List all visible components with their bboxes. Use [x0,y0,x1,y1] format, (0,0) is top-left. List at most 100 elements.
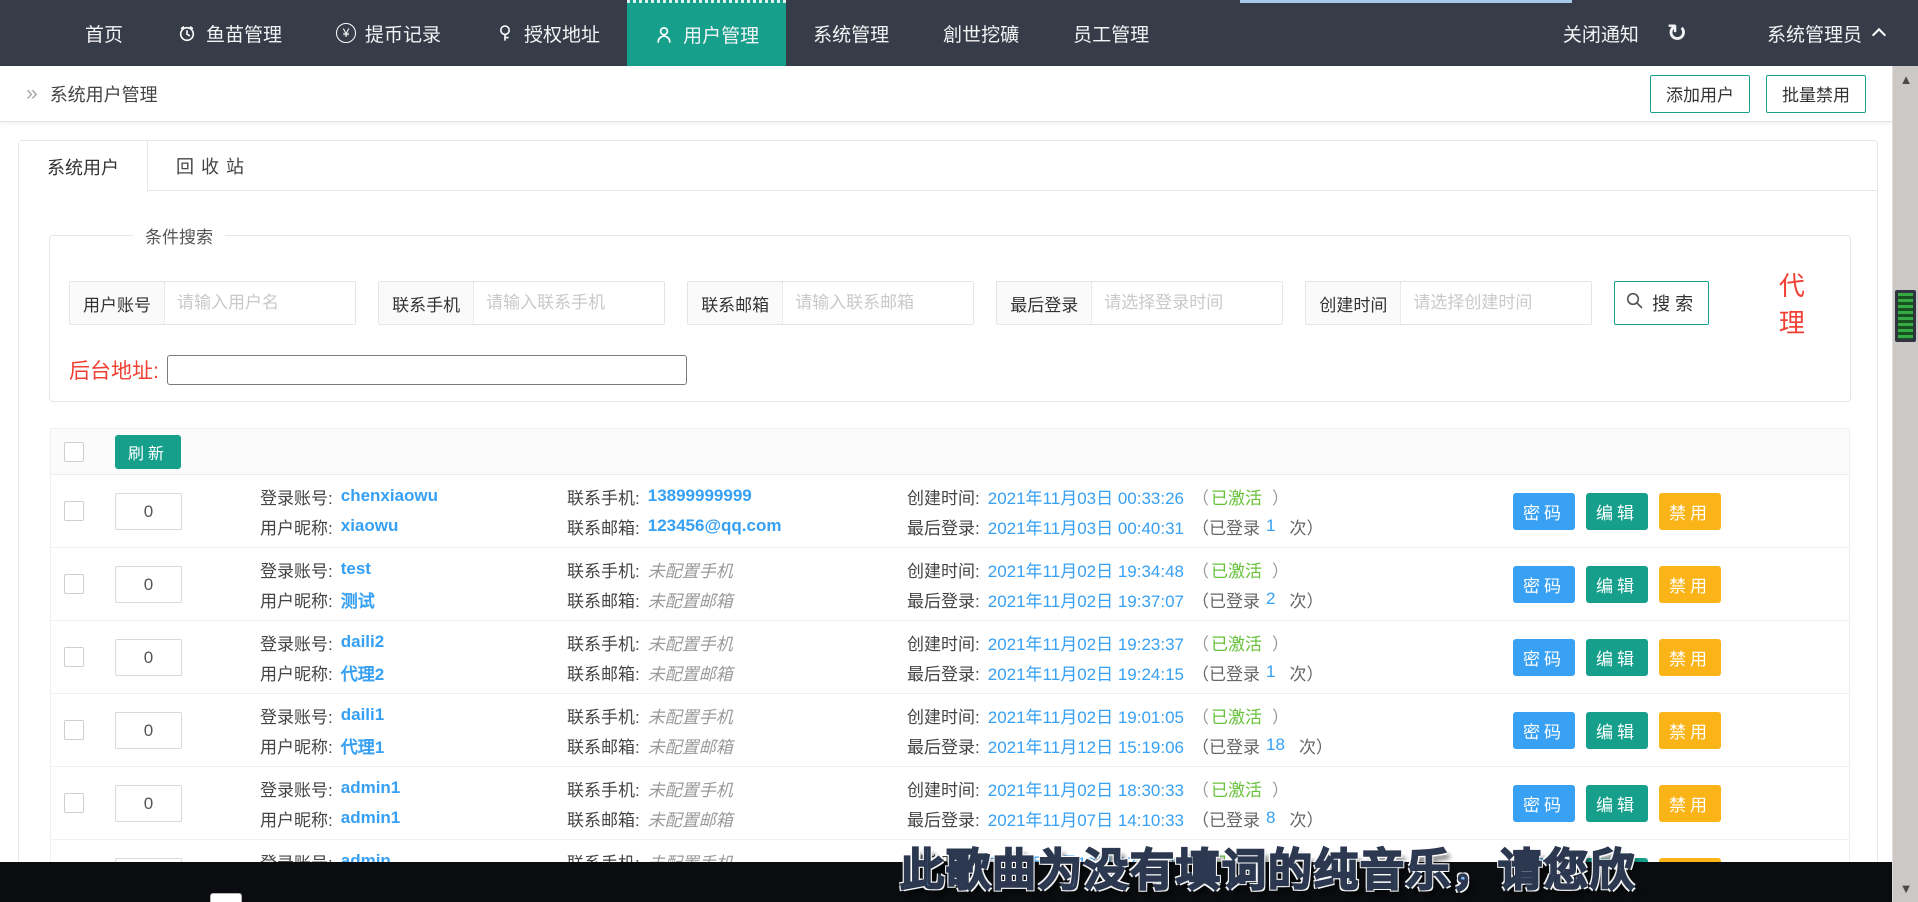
search-button-label: 搜索 [1652,290,1698,316]
email-input[interactable] [783,282,973,324]
account-column: 登录账号: daili1 用户昵称: 代理1 [260,700,384,760]
phone-value: 未配置手机 [648,630,733,655]
admin-dropdown[interactable]: 系统管理员 [1767,20,1884,47]
email-value: 未配置邮箱 [648,660,733,685]
account-line: 登录账号: daili1 [260,700,384,730]
tab-recycle-bin[interactable]: 回收站 [148,141,279,190]
refresh-icon[interactable]: ↻ [1667,19,1687,48]
edit-button[interactable]: 编辑 [1586,566,1648,603]
nav-item-fry-management[interactable]: 鱼苗管理 [150,0,309,66]
scroll-up-icon[interactable]: ▲ [1893,72,1918,87]
row-checkbox[interactable] [64,793,84,813]
last-login-value: 2021年11月02日 19:24:15 [988,660,1184,685]
login-count-prefix: （已登录 [1192,514,1260,539]
nav-item-genesis-mining[interactable]: 創世挖礦 [916,0,1046,66]
last-login-line: 最后登录: 2021年11月02日 19:37:07 （已登录 2 次） [907,584,1323,614]
email-label: 联系邮箱: [567,660,640,685]
created-label: 创建时间: [907,703,980,728]
scroll-down-icon[interactable]: ▼ [1893,881,1918,896]
created-value: 2021年11月02日 19:23:37 [988,630,1184,655]
created-line: 创建时间: 2021年11月03日 00:33:26 （ 已激活 ） [907,481,1323,511]
created-label: 创建时间: [907,630,980,655]
edit-button[interactable]: 编辑 [1586,712,1648,749]
password-button[interactable]: 密码 [1513,785,1575,822]
disable-button[interactable]: 禁用 [1659,785,1721,822]
email-label: 联系邮箱: [567,514,640,539]
nav-item-user-management[interactable]: 用户管理 [627,0,786,66]
row-checkbox[interactable] [64,720,84,740]
batch-disable-button[interactable]: 批量禁用 [1766,75,1866,113]
last-login-label: 最后登录: [907,806,980,831]
row-checkbox[interactable] [64,647,84,667]
row-actions: 密码 编辑 禁用 [1513,493,1721,530]
password-button[interactable]: 密码 [1513,639,1575,676]
last-login-line: 最后登录: 2021年11月07日 14:10:33 （已登录 8 次） [907,803,1323,833]
last-login-value: 2021年11月02日 19:37:07 [988,587,1184,612]
row-amount-input[interactable] [115,566,182,603]
row-actions: 密码 编辑 禁用 [1513,712,1721,749]
nickname-line: 用户昵称: admin1 [260,803,400,833]
select-all-checkbox[interactable] [64,442,84,462]
nickname-value: 代理1 [341,733,384,758]
close-notice-button[interactable]: 关闭通知 [1563,20,1639,47]
nav-item-label: 用户管理 [683,21,759,48]
table-row: 登录账号: chenxiaowu 用户昵称: xiaowu 联系手机: 1389… [51,475,1849,548]
refresh-button[interactable]: 刷新 [115,435,181,469]
account-label: 登录账号: [260,776,333,801]
nav-item-authorized-address[interactable]: 授权地址 [468,0,627,66]
created-input[interactable] [1401,282,1591,324]
nav-item-system-management[interactable]: 系统管理 [786,0,916,66]
last-login-input[interactable] [1092,282,1282,324]
nav-item-withdraw-records[interactable]: ¥ 提币记录 [309,0,468,66]
status-paren-close: ） [1272,557,1289,582]
row-amount-input[interactable] [115,639,182,676]
dates-column: 创建时间: 2021年11月02日 19:34:48 （ 已激活 ） 最后登录:… [907,554,1323,614]
table-row: 登录账号: test 用户昵称: 测试 联系手机: 未配置手机 联系邮箱: 未配… [51,548,1849,621]
row-amount-input[interactable] [115,493,182,530]
email-line: 联系邮箱: 未配置邮箱 [567,803,733,833]
password-button[interactable]: 密码 [1513,493,1575,530]
password-button[interactable]: 密码 [1513,712,1575,749]
created-label: 创建时间: [907,557,980,582]
add-user-button[interactable]: 添加用户 [1650,75,1750,113]
nickname-value: 测试 [341,587,375,612]
phone-line: 联系手机: 13899999999 [567,481,782,511]
status-badge: 已激活 [1211,557,1262,582]
edit-button[interactable]: 编辑 [1586,785,1648,822]
created-line: 创建时间: 2021年11月02日 19:01:05 （ 已激活 ） [907,700,1333,730]
row-amount-input[interactable] [115,785,182,822]
disable-button[interactable]: 禁用 [1659,566,1721,603]
row-checkbox[interactable] [64,501,84,521]
contact-column: 联系手机: 未配置手机 联系邮箱: 未配置邮箱 [567,554,733,614]
backend-address-label: 后台地址: [69,355,159,385]
table-row: 登录账号: admin1 用户昵称: admin1 联系手机: 未配置手机 联系… [51,767,1849,840]
email-line: 联系邮箱: 未配置邮箱 [567,657,733,687]
account-value: admin1 [341,778,401,798]
account-column: 登录账号: daili2 用户昵称: 代理2 [260,627,384,687]
content-card: 系统用户 回收站 条件搜索 用户账号 联系手机 联系邮箱 最后登录 [18,140,1878,862]
status-badge: 已激活 [1211,776,1262,801]
disable-button[interactable]: 禁用 [1659,712,1721,749]
tab-system-users[interactable]: 系统用户 [19,141,148,192]
row-amount-input[interactable] [115,712,182,749]
email-line: 联系邮箱: 123456@qq.com [567,511,782,541]
phone-input[interactable] [474,282,664,324]
account-line: 登录账号: admin [260,846,426,862]
backend-address-input[interactable] [167,355,687,385]
disable-button[interactable]: 禁用 [1659,639,1721,676]
account-input[interactable] [165,282,355,324]
password-button[interactable]: 密码 [1513,566,1575,603]
row-checkbox[interactable] [64,574,84,594]
phone-value: 未配置手机 [648,703,733,728]
account-field-label: 用户账号 [70,282,165,324]
disable-button[interactable]: 禁用 [1659,493,1721,530]
search-group-phone: 联系手机 [378,281,665,325]
nav-item-staff-management[interactable]: 员工管理 [1046,0,1176,66]
edit-button[interactable]: 编辑 [1586,493,1648,530]
search-button[interactable]: 搜索 [1614,281,1708,325]
scrollbar-thumb[interactable] [1895,290,1916,342]
nav-item-home[interactable]: 首页 [58,0,150,66]
edit-button[interactable]: 编辑 [1586,639,1648,676]
vertical-scrollbar[interactable]: ▲ ▼ [1892,66,1918,902]
last-login-value: 2021年11月03日 00:40:31 [988,514,1184,539]
